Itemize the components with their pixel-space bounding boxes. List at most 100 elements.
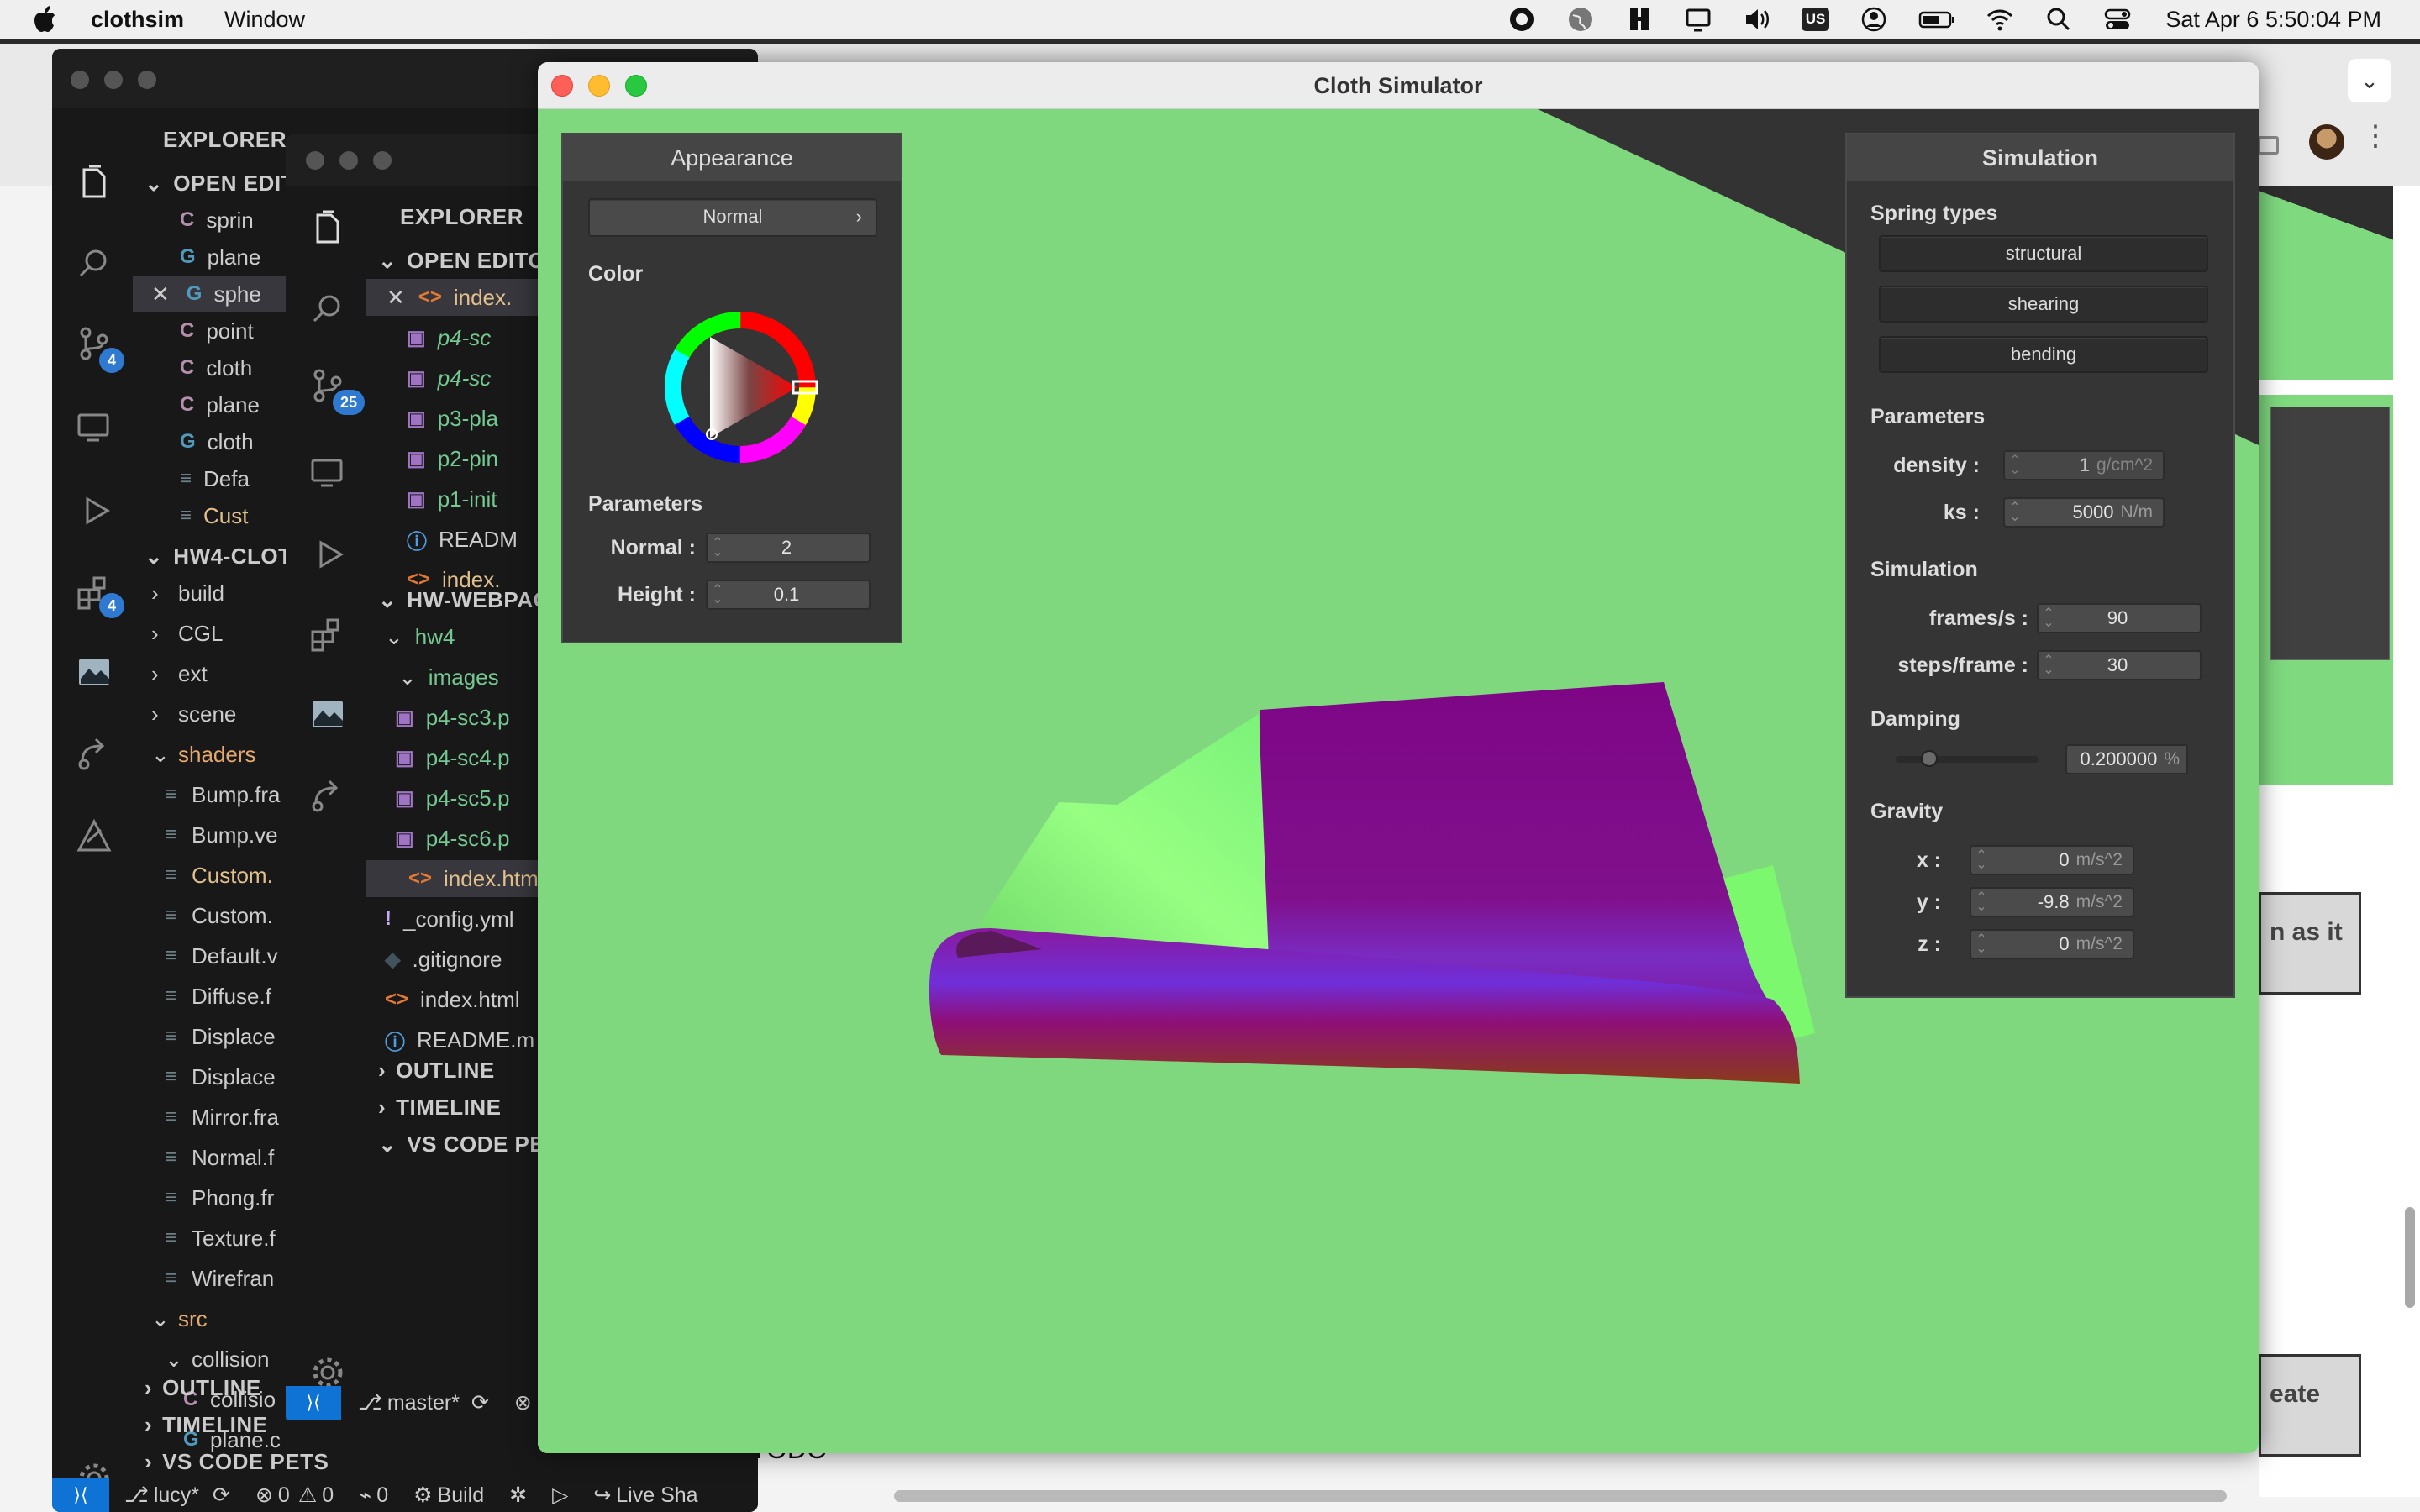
app-menu-name[interactable]: clothsim [91,7,184,33]
tree-folder[interactable]: › scene [151,696,236,732]
tree-file[interactable]: ≡ Diffuse.f [165,978,271,1015]
tree-file[interactable]: ≡ Displace [165,1018,276,1055]
damping-input[interactable]: 0.200000% [2065,744,2188,774]
status-live-share[interactable]: Live Sha [616,1483,697,1508]
search-icon[interactable] [76,245,113,282]
tree-file[interactable]: ▣ p4-sc3.p [395,699,509,736]
tree-file[interactable]: ≡ Mirror.fra [165,1099,279,1136]
display-icon[interactable] [1684,5,1712,34]
avatar[interactable] [2309,124,2344,160]
globe-icon[interactable] [1566,5,1595,34]
tree-file[interactable]: ≡ Custom. [165,897,273,934]
open-editor-item[interactable]: ▣ p4-sc [407,360,491,396]
tree-file[interactable]: ▣ p4-sc6.p [395,820,509,857]
window-controls[interactable] [306,151,392,170]
tree-file[interactable]: <> index.html [385,981,520,1018]
error-icon[interactable]: ⊗ [514,1390,532,1415]
user-icon[interactable] [1860,5,1888,34]
tree-file[interactable]: ≡ Displace [165,1058,276,1095]
open-editor-item[interactable]: Gplane [180,239,260,276]
height-input[interactable]: ⌃ ⌄ 0.1 [706,580,871,610]
sync-icon[interactable]: ⟳ [213,1483,230,1508]
density-input[interactable]: ⌃ ⌄ 1 g/cm^2 [2003,450,2165,480]
remote-explorer-icon[interactable] [76,408,113,445]
tree-folder[interactable]: ⌄ shaders [151,736,256,773]
outline-header[interactable]: › OUTLINE [145,1369,261,1406]
horizontal-scrollbar[interactable] [894,1490,2227,1502]
window-controls[interactable] [71,71,156,89]
open-editor-item[interactable]: Ccloth [180,349,252,386]
vertical-scrollbar[interactable] [2405,1207,2415,1308]
stepper-icon[interactable]: ⌃ ⌄ [2039,654,2059,677]
tree-folder[interactable]: ⌄ src [151,1300,208,1337]
status-ports[interactable]: 0 [376,1483,388,1508]
status-errors[interactable]: 0 [278,1483,290,1508]
screen-record-icon[interactable] [1507,5,1536,34]
open-editor-item[interactable]: ⓘ READM [407,521,518,558]
warning-icon[interactable]: ⚠ [298,1483,317,1508]
close-button[interactable] [551,75,573,97]
volume-icon[interactable] [1743,5,1771,34]
run-icon[interactable]: ▷ [552,1483,568,1508]
tree-folder[interactable]: › ext [151,655,208,692]
tree-file[interactable]: ◆ .gitignore [385,941,502,978]
page-button[interactable]: eate [2259,1354,2361,1457]
tree-file[interactable]: ≡ Normal.f [165,1139,274,1176]
tree-folder[interactable]: ⌄ images [398,659,499,696]
stepper-icon[interactable]: ⌃ ⌄ [1971,933,1991,956]
tree-file[interactable]: ▣ p4-sc4.p [395,739,509,776]
damping-slider[interactable] [1896,750,2039,767]
stepper-icon[interactable]: ⌃ ⌄ [1971,849,1991,872]
shader-dropdown[interactable]: Normal › [588,198,877,237]
run-debug-icon[interactable] [309,536,346,573]
tree-folder[interactable]: › CGL [151,615,223,652]
live-share-icon[interactable] [76,736,113,773]
bookmark-icon[interactable] [1625,5,1654,34]
pets-icon[interactable] [309,696,346,732]
open-editor-item[interactable]: ▣ p2-pin [407,440,498,477]
zoom-button[interactable] [625,75,647,97]
search-icon[interactable] [2044,5,2073,34]
gravity-z-input[interactable]: ⌃ ⌄ 0 m/s^2 [1970,929,2134,959]
stepper-icon[interactable]: ⌃ ⌄ [2039,607,2059,630]
timeline-header[interactable]: › TIMELINE [378,1089,502,1126]
control-center-icon[interactable] [2103,5,2132,34]
remote-indicator-icon[interactable]: ⟩⟨ [52,1478,109,1512]
open-editor-item[interactable]: Cplane [180,386,260,423]
minimize-button[interactable] [588,75,610,97]
search-icon[interactable] [309,291,346,328]
open-editor-item[interactable]: ▣ p1-init [407,480,497,517]
fps-input[interactable]: ⌃ ⌄ 90 [2037,603,2202,633]
tab-list-button[interactable]: ⌄ [2348,59,2391,102]
stepper-icon[interactable]: ⌃ ⌄ [708,537,728,559]
shearing-button[interactable]: shearing [1879,286,2208,323]
status-warnings[interactable]: 0 [322,1483,334,1508]
explorer-icon[interactable] [309,210,346,247]
page-button[interactable]: n as it [2259,892,2361,995]
normal-input[interactable]: ⌃ ⌄ 2 [706,533,871,563]
pets-header[interactable]: › VS CODE PETS [145,1443,329,1480]
tree-file[interactable]: ≡ Phong.fr [165,1179,274,1216]
status-build[interactable]: Build [438,1483,485,1508]
remote-explorer-icon[interactable] [309,454,346,491]
remote-indicator-icon[interactable]: ⟩⟨ [286,1386,341,1420]
ports-icon[interactable]: ⌁ [359,1483,371,1508]
outline-header[interactable]: › OUTLINE [378,1052,495,1089]
open-editor-item[interactable]: ≡ Defa [180,460,250,497]
explorer-icon[interactable] [76,165,113,202]
project-header[interactable]: ⌄ HW4-CLOTH [145,538,308,575]
saturation-triangle[interactable] [710,337,797,438]
wifi-icon[interactable] [1986,5,2014,34]
open-editor-item[interactable]: Cpoint [180,312,254,349]
battery-icon[interactable] [1918,5,1955,34]
more-menu-icon[interactable]: ⋮ [2361,119,2390,153]
timeline-header[interactable]: › TIMELINE [145,1406,268,1443]
ks-input[interactable]: ⌃ ⌄ 5000 N/m [2003,497,2165,528]
live-share-status-icon[interactable]: ↪ [593,1483,611,1508]
sync-icon[interactable]: ⟳ [471,1390,489,1415]
open-editor-item[interactable]: Csprin [180,202,254,239]
tree-file[interactable]: ≡ Custom. [165,857,273,894]
debug-icon[interactable]: ✲ [509,1483,527,1508]
stepper-icon[interactable]: ⌃ ⌄ [2005,501,2025,524]
tree-file[interactable]: ≡ Wirefran [165,1260,274,1297]
